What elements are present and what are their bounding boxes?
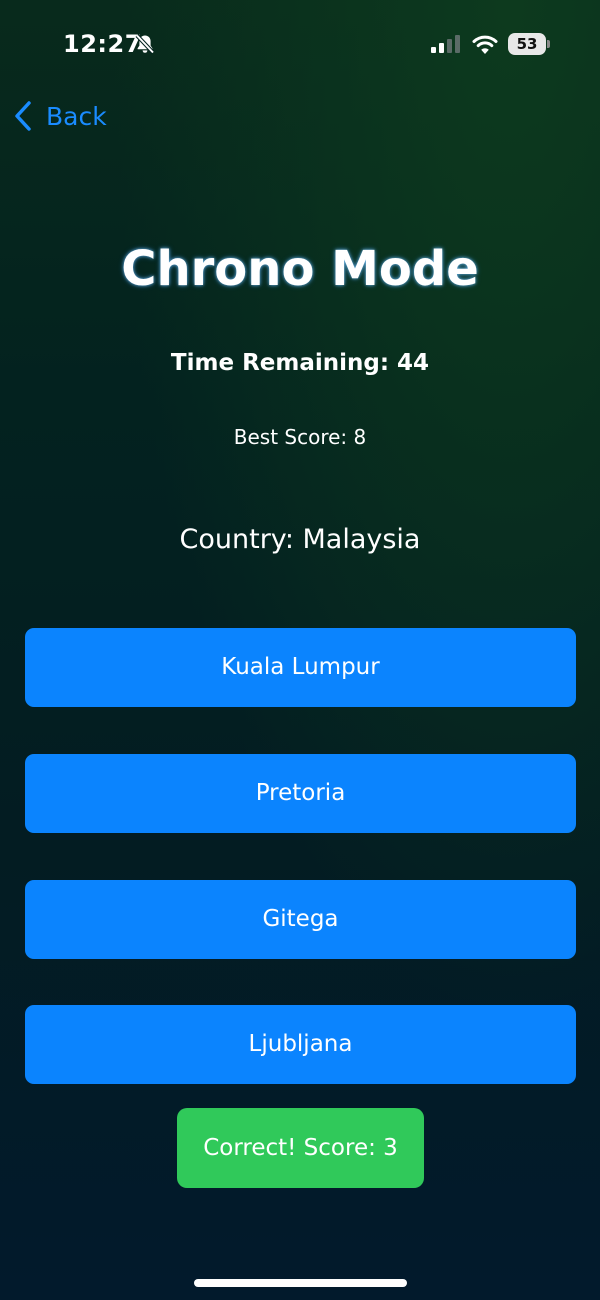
best-score: Best Score: 8: [233, 425, 367, 449]
back-label: Back: [46, 101, 107, 131]
status-bar: 12:27 53: [0, 0, 600, 90]
battery-tip: [547, 40, 550, 48]
answer-option-kuala-lumpur[interactable]: Kuala Lumpur: [25, 628, 576, 707]
time-remaining: Time Remaining: 44: [170, 350, 430, 376]
home-indicator[interactable]: [194, 1279, 407, 1287]
cellular-signal-icon: [431, 35, 460, 53]
wifi-icon: [472, 35, 498, 54]
feedback-badge[interactable]: Correct! Score: 3: [177, 1108, 424, 1188]
country-prompt: Country: Malaysia: [179, 524, 421, 555]
bell-slash-icon: [135, 34, 155, 54]
answer-option-gitega[interactable]: Gitega: [25, 880, 576, 959]
answer-option-ljubljana[interactable]: Ljubljana: [25, 1005, 576, 1084]
battery-icon: 53: [508, 33, 550, 55]
page-title: Chrono Mode: [121, 241, 479, 297]
answer-option-pretoria[interactable]: Pretoria: [25, 754, 576, 833]
chevron-left-icon: [15, 101, 31, 131]
battery-level: 53: [508, 33, 546, 55]
back-button[interactable]: Back: [12, 96, 107, 136]
status-time: 12:27: [63, 30, 142, 58]
